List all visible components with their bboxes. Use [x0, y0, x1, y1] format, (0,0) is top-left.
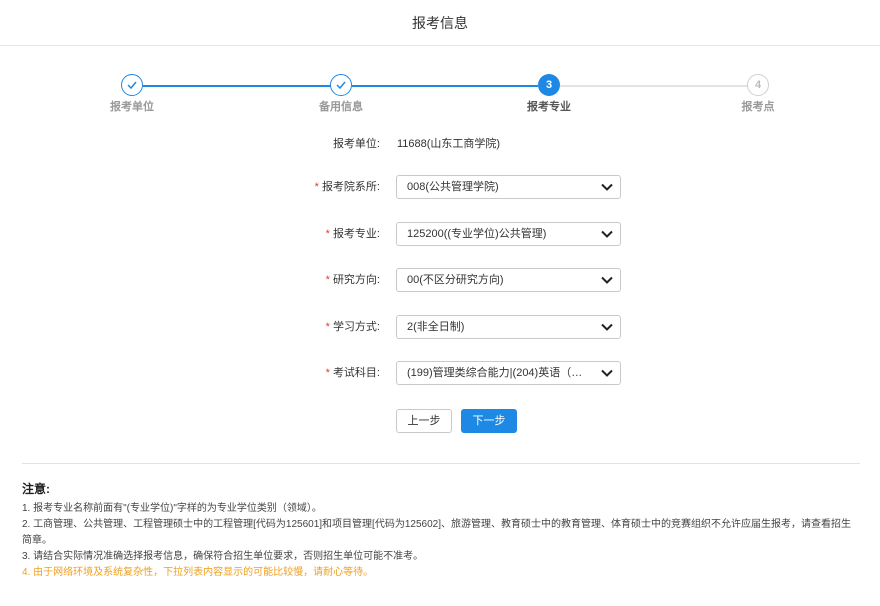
note-item-1: 1. 报考专业名称前面有"(专业学位)"字样的为专业学位类别（领域）。 [22, 503, 322, 514]
next-step-button[interactable]: 下一步 [461, 409, 517, 433]
page-title: 报考信息 [412, 15, 468, 31]
step-2-label: 备用信息 [319, 101, 363, 113]
page-header: 报考信息 [0, 0, 880, 46]
divider [22, 463, 860, 464]
department-label-wrap: * 报考院系所: [315, 175, 380, 199]
major-label-wrap: * 报考专业: [326, 222, 380, 246]
chevron-down-icon [601, 369, 613, 377]
step-3-number: 3 [538, 74, 560, 96]
department-select[interactable]: 008(公共管理学院) [396, 175, 621, 199]
required-mark: * [325, 274, 330, 286]
study-mode-label-wrap: * 学习方式: [326, 315, 380, 339]
step-3-label: 报考专业 [527, 101, 571, 113]
unit-label: 报考单位: [332, 138, 380, 150]
form-row-department: * 报考院系所: 008(公共管理学院) [0, 175, 880, 199]
required-mark: * [314, 181, 319, 193]
prev-step-button[interactable]: 上一步 [396, 409, 452, 433]
subjects-select[interactable]: (199)管理类综合能力|(204)英语（二）|... [396, 361, 621, 385]
step-3: 3 报考专业 [509, 74, 589, 114]
chevron-down-icon [601, 230, 613, 238]
direction-label: 研究方向: [332, 274, 380, 286]
required-mark: * [325, 367, 330, 379]
step-4-number: 4 [747, 74, 769, 96]
note-item-3: 3. 请结合实际情况准确选择报考信息，确保符合招生单位要求，否则招生单位可能不准… [22, 551, 424, 562]
step-1: 报考单位 [92, 74, 172, 114]
check-icon [330, 74, 352, 96]
progress-stepper: 报考单位 备用信息 3 报考专业 4 报考点 [0, 74, 880, 118]
form-row-major: * 报考专业: 125200((专业学位)公共管理) [0, 222, 880, 246]
study-mode-label: 学习方式: [332, 321, 380, 333]
chevron-down-icon [601, 323, 613, 331]
step-4: 4 报考点 [718, 74, 798, 114]
department-label: 报考院系所: [321, 181, 380, 193]
step-1-label: 报考单位 [110, 101, 154, 113]
required-mark: * [325, 321, 330, 333]
subjects-selected-value: (199)管理类综合能力|(204)英语（二）|... [407, 367, 590, 379]
chevron-down-icon [601, 276, 613, 284]
note-item-4-warning: 4. 由于网络环境及系统复杂性，下拉列表内容显示的可能比较慢，请耐心等待。 [22, 567, 374, 578]
department-selected-value: 008(公共管理学院) [407, 181, 499, 193]
step-2: 备用信息 [301, 74, 381, 114]
study-mode-selected-value: 2(非全日制) [407, 321, 465, 333]
major-label: 报考专业: [332, 228, 380, 240]
check-icon [121, 74, 143, 96]
subjects-label: 考试科目: [332, 367, 380, 379]
form-row-direction: * 研究方向: 00(不区分研究方向) [0, 268, 880, 292]
note-item-2: 2. 工商管理、公共管理、工程管理硕士中的工程管理[代码为125601]和项目管… [22, 519, 851, 546]
major-selected-value: 125200((专业学位)公共管理) [407, 228, 547, 240]
form-row-subjects: * 考试科目: (199)管理类综合能力|(204)英语（二）|... [0, 361, 880, 385]
unit-value: 11688(山东工商学院) [397, 138, 501, 150]
direction-selected-value: 00(不区分研究方向) [407, 274, 504, 286]
required-mark: * [325, 228, 330, 240]
form-row-unit: 报考单位: 11688(山东工商学院) [0, 132, 880, 156]
direction-select[interactable]: 00(不区分研究方向) [396, 268, 621, 292]
step-4-label: 报考点 [741, 101, 775, 113]
notes-heading: 注意: [22, 482, 50, 496]
subjects-label-wrap: * 考试科目: [326, 361, 380, 385]
direction-label-wrap: * 研究方向: [326, 268, 380, 292]
form-row-study-mode: * 学习方式: 2(非全日制) [0, 315, 880, 339]
major-select[interactable]: 125200((专业学位)公共管理) [396, 222, 621, 246]
notes-section: 注意: 1. 报考专业名称前面有"(专业学位)"字样的为专业学位类别（领域）。 … [22, 481, 860, 581]
chevron-down-icon [601, 183, 613, 191]
study-mode-select[interactable]: 2(非全日制) [396, 315, 621, 339]
